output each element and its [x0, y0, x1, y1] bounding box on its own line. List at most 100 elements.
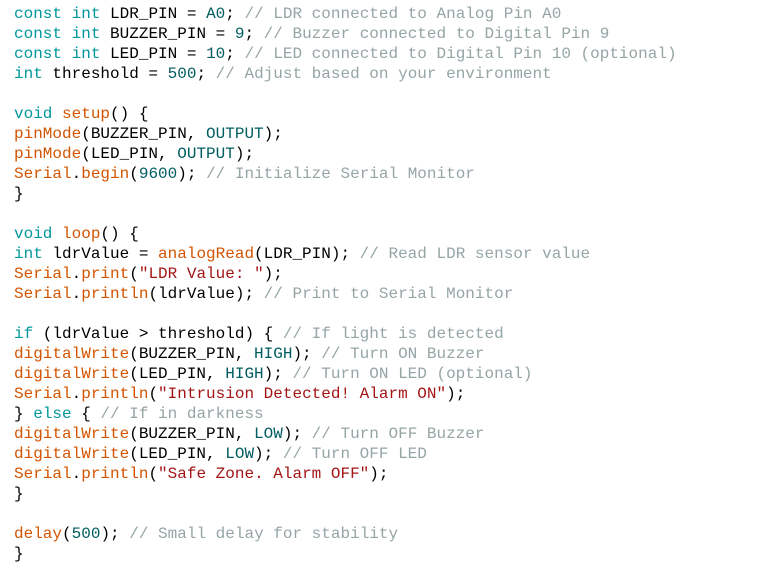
function-token: delay	[14, 525, 63, 543]
comment-token: // Turn OFF LED	[282, 445, 427, 463]
code-line: if (ldrValue > threshold) { // If light …	[14, 324, 677, 344]
code-token: (BUZZER_PIN,	[129, 345, 255, 363]
code-line: delay(500); // Small delay for stability	[14, 524, 677, 544]
code-line: Serial.print("LDR Value: ");	[14, 264, 677, 284]
code-token: (	[148, 385, 159, 403]
constant-token: 500	[71, 525, 101, 543]
function-token: Serial	[14, 385, 72, 403]
code-token: threshold =	[42, 65, 168, 83]
code-line: void setup() {	[14, 104, 677, 124]
function-token: Serial	[14, 285, 72, 303]
constant-token: 10	[206, 45, 226, 63]
function-token: pinMode	[14, 145, 82, 163]
code-line: Serial.println("Safe Zone. Alarm OFF");	[14, 464, 677, 484]
function-token: analogRead	[158, 245, 255, 263]
code-line: const int LDR_PIN = A0; // LDR connected…	[14, 4, 677, 24]
code-token: );	[263, 125, 283, 143]
code-token: ;	[225, 5, 245, 23]
keyword-token: if	[14, 325, 34, 343]
code-line: const int BUZZER_PIN = 9; // Buzzer conn…	[14, 24, 677, 44]
comment-token: // Read LDR sensor value	[359, 245, 591, 263]
constant-token: LOW	[254, 425, 283, 443]
code-token: );	[282, 425, 312, 443]
code-line: Serial.println(ldrValue); // Print to Se…	[14, 284, 677, 304]
code-token: }	[14, 485, 24, 503]
constant-token: 9600	[138, 165, 178, 183]
comment-token: // LED connected to Digital Pin 10 (opti…	[244, 45, 677, 63]
code-token: LDR_PIN =	[100, 5, 207, 23]
code-token: (LDR_PIN);	[254, 245, 360, 263]
code-editor[interactable]: const int LDR_PIN = A0; // LDR connected…	[14, 4, 677, 564]
function-token: pinMode	[14, 125, 82, 143]
code-line: }	[14, 184, 677, 204]
keyword-token: const	[14, 5, 63, 23]
comment-token: // Small delay for stability	[129, 525, 399, 543]
keyword-token: void	[14, 225, 53, 243]
code-token: LED_PIN =	[100, 45, 207, 63]
code-token: () {	[110, 105, 149, 123]
code-token: (	[129, 165, 139, 183]
comment-token: // Buzzer connected to Digital Pin 9	[263, 25, 610, 43]
keyword-token: int	[14, 245, 43, 263]
code-token: }	[14, 405, 34, 423]
function-token: digitalWrite	[14, 445, 130, 463]
function-token: digitalWrite	[14, 425, 130, 443]
string-token: "LDR Value: "	[138, 265, 264, 283]
keyword-token: int	[71, 25, 101, 43]
code-line: digitalWrite(BUZZER_PIN, HIGH); // Turn …	[14, 344, 677, 364]
code-token: .	[71, 265, 82, 283]
code-token: .	[71, 165, 82, 183]
string-token: "Intrusion Detected! Alarm ON"	[158, 385, 447, 403]
keyword-token: int	[71, 45, 101, 63]
code-token: (BUZZER_PIN,	[81, 125, 207, 143]
keyword-token: void	[14, 105, 53, 123]
code-token: BUZZER_PIN =	[100, 25, 235, 43]
code-token: );	[369, 465, 389, 483]
comment-token: // Turn OFF Buzzer	[311, 425, 485, 443]
comment-token: // LDR connected to Analog Pin A0	[244, 5, 562, 23]
constant-token: HIGH	[254, 345, 293, 363]
constant-token: HIGH	[225, 365, 264, 383]
function-token: digitalWrite	[14, 345, 130, 363]
function-token: digitalWrite	[14, 365, 130, 383]
code-token: );	[263, 265, 283, 283]
keyword-token: const	[14, 25, 63, 43]
code-line: digitalWrite(LED_PIN, LOW); // Turn OFF …	[14, 444, 677, 464]
keyword-token: const	[14, 45, 63, 63]
code-token: .	[71, 285, 82, 303]
function-token: begin	[81, 165, 130, 183]
code-line: digitalWrite(BUZZER_PIN, LOW); // Turn O…	[14, 424, 677, 444]
code-token: .	[71, 385, 82, 403]
code-token: ;	[225, 45, 245, 63]
constant-token: 500	[167, 65, 197, 83]
code-token: .	[71, 465, 82, 483]
string-token: "Safe Zone. Alarm OFF"	[158, 465, 370, 483]
constant-token: A0	[206, 5, 226, 23]
comment-token: // If light is detected	[282, 325, 504, 343]
code-token: ;	[196, 65, 216, 83]
code-token: (LED_PIN,	[81, 145, 178, 163]
function-token: Serial	[14, 265, 72, 283]
function-token: println	[81, 285, 149, 303]
code-line: int threshold = 500; // Adjust based on …	[14, 64, 677, 84]
code-line: pinMode(BUZZER_PIN, OUTPUT);	[14, 124, 677, 144]
code-token: () {	[100, 225, 139, 243]
code-token: (	[129, 265, 139, 283]
comment-token: // Initialize Serial Monitor	[206, 165, 475, 183]
code-token: {	[71, 405, 101, 423]
code-token: );	[292, 345, 322, 363]
function-token: println	[81, 385, 149, 403]
function-token: print	[81, 265, 130, 283]
code-token: (BUZZER_PIN,	[129, 425, 255, 443]
comment-token: // If in darkness	[100, 405, 264, 423]
code-line: pinMode(LED_PIN, OUTPUT);	[14, 144, 677, 164]
code-line: Serial.println("Intrusion Detected! Alar…	[14, 384, 677, 404]
constant-token: OUTPUT	[206, 125, 264, 143]
code-token: );	[177, 165, 207, 183]
comment-token: // Adjust based on your environment	[215, 65, 552, 83]
